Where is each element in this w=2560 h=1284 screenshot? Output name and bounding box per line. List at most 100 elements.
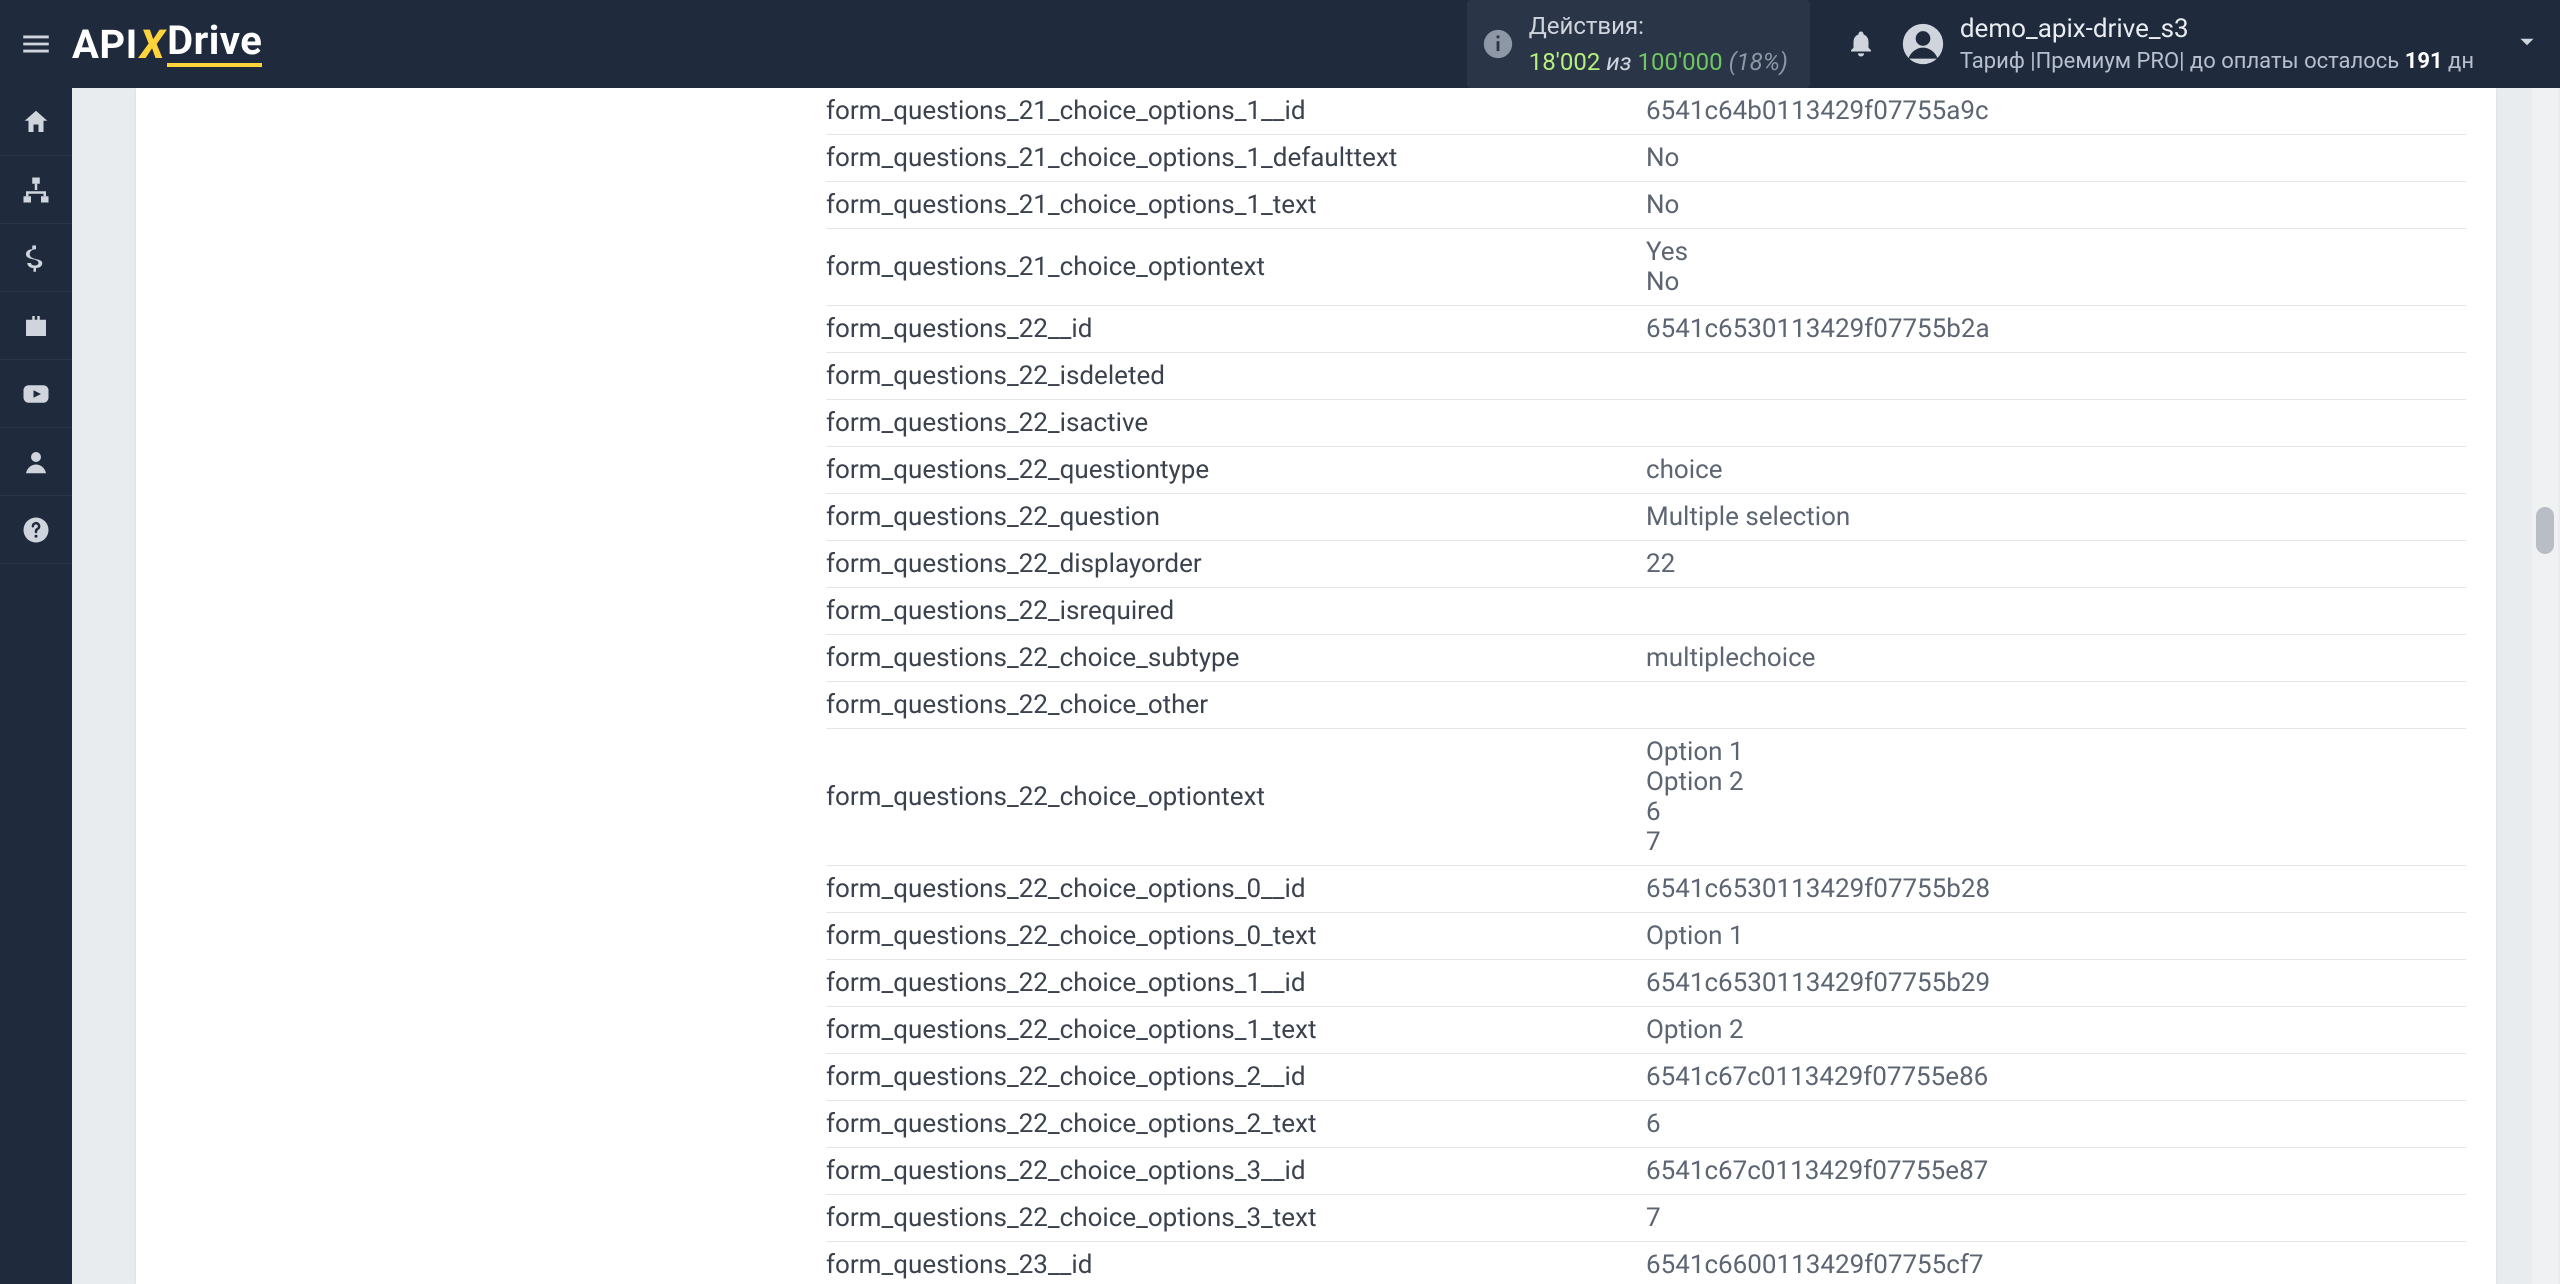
table-row: form_questions_23__id6541c6600113429f077… — [826, 1242, 2466, 1284]
field-value: No — [1646, 190, 2466, 220]
field-key: form_questions_22_question — [826, 502, 1646, 532]
field-value: No — [1646, 143, 2466, 173]
field-key: form_questions_22_choice_subtype — [826, 643, 1646, 673]
actions-percent: (18%) — [1729, 48, 1788, 76]
field-value: Yes No — [1646, 237, 2466, 297]
field-value: multiplechoice — [1646, 643, 2466, 673]
app-header: APIXDrive Действия: 18'002 из 100'000 (1… — [0, 0, 2560, 88]
sidebar-item-home[interactable] — [0, 88, 72, 156]
field-key: form_questions_22_choice_options_1_text — [826, 1015, 1646, 1045]
table-row: form_questions_21_choice_options_1__id65… — [826, 88, 2466, 135]
field-value: Option 1 Option 2 6 7 — [1646, 737, 2466, 857]
sidebar-item-billing[interactable] — [0, 224, 72, 292]
field-key: form_questions_22_displayorder — [826, 549, 1646, 579]
table-row: form_questions_22_choice_subtypemultiple… — [826, 635, 2466, 682]
table-row: form_questions_22_choice_options_3__id65… — [826, 1148, 2466, 1195]
field-key: form_questions_22_isrequired — [826, 596, 1646, 626]
logo-text-x: X — [138, 21, 167, 68]
table-row: form_questions_22_choice_options_2__id65… — [826, 1054, 2466, 1101]
sitemap-icon — [21, 175, 51, 205]
table-row: form_questions_22_isactive — [826, 400, 2466, 447]
actions-used: 18'002 — [1529, 48, 1601, 76]
field-value: 6541c6530113429f07755b28 — [1646, 874, 2466, 904]
field-value: Option 2 — [1646, 1015, 2466, 1045]
logo-text-api: API — [72, 21, 138, 68]
field-key: form_questions_22_choice_optiontext — [826, 782, 1646, 812]
field-key: form_questions_22_choice_options_0_text — [826, 921, 1646, 951]
field-key: form_questions_21_choice_options_1__id — [826, 96, 1646, 126]
user-menu-toggle[interactable] — [2514, 29, 2540, 59]
user-avatar[interactable] — [1898, 19, 1948, 69]
field-key: form_questions_22_choice_options_3__id — [826, 1156, 1646, 1186]
field-key: form_questions_22_choice_options_2__id — [826, 1062, 1646, 1092]
scroll-area[interactable]: form_questions_21_choice_options_1__id65… — [72, 88, 2560, 1284]
field-key: form_questions_22_isactive — [826, 408, 1646, 438]
table-row: form_questions_22_displayorder22 — [826, 541, 2466, 588]
actions-of-word: из — [1606, 48, 1631, 76]
user-icon — [21, 447, 51, 477]
field-key: form_questions_22_isdeleted — [826, 361, 1646, 391]
user-tariff-line: Тариф |Премиум PRO| до оплаты осталось 1… — [1960, 47, 2474, 77]
user-info[interactable]: demo_apix-drive_s3 Тариф |Премиум PRO| д… — [1960, 12, 2474, 77]
actions-label: Действия: — [1529, 8, 1788, 44]
app-logo[interactable]: APIXDrive — [72, 21, 262, 68]
field-value: Option 1 — [1646, 921, 2466, 951]
sidebar — [0, 88, 72, 1284]
actions-total: 100'000 — [1638, 48, 1723, 76]
field-key: form_questions_22_questiontype — [826, 455, 1646, 485]
table-row: form_questions_22_isrequired — [826, 588, 2466, 635]
chevron-down-icon — [2514, 29, 2540, 55]
field-value: 6541c6530113429f07755b2a — [1646, 314, 2466, 344]
field-value: 6541c6600113429f07755cf7 — [1646, 1250, 2466, 1280]
sidebar-item-connections[interactable] — [0, 156, 72, 224]
sidebar-item-help[interactable] — [0, 496, 72, 564]
field-key: form_questions_21_choice_options_1_text — [826, 190, 1646, 220]
table-row: form_questions_22_questiontypechoice — [826, 447, 2466, 494]
content-card: form_questions_21_choice_options_1__id65… — [136, 88, 2496, 1284]
data-table: form_questions_21_choice_options_1__id65… — [826, 88, 2466, 1284]
field-key: form_questions_21_choice_options_1_defau… — [826, 143, 1646, 173]
field-value: 6541c6530113429f07755b29 — [1646, 968, 2466, 998]
help-icon — [21, 515, 51, 545]
sidebar-item-account[interactable] — [0, 428, 72, 496]
notifications-button[interactable] — [1836, 19, 1886, 69]
user-sub-prefix: Тариф |Премиум PRO| до оплаты осталось — [1960, 49, 2405, 74]
field-key: form_questions_22_choice_options_3_text — [826, 1203, 1646, 1233]
table-row: form_questions_22__id6541c6530113429f077… — [826, 306, 2466, 353]
actions-usage-box[interactable]: Действия: 18'002 из 100'000 (18%) — [1467, 0, 1810, 88]
home-icon — [21, 107, 51, 137]
avatar-icon — [1901, 22, 1945, 66]
vertical-scrollbar[interactable] — [2532, 88, 2558, 1284]
page-body: form_questions_21_choice_options_1__id65… — [72, 88, 2560, 1284]
table-row: form_questions_22_choice_other — [826, 682, 2466, 729]
hamburger-icon — [19, 27, 53, 61]
menu-toggle-button[interactable] — [0, 0, 72, 88]
field-value: 6541c64b0113429f07755a9c — [1646, 96, 2466, 126]
field-value: 22 — [1646, 549, 2466, 579]
dollar-icon — [21, 243, 51, 273]
logo-text-drive: Drive — [167, 21, 262, 67]
field-key: form_questions_22_choice_other — [826, 690, 1646, 720]
field-key: form_questions_23__id — [826, 1250, 1646, 1280]
youtube-icon — [21, 379, 51, 409]
field-key: form_questions_22_choice_options_2_text — [826, 1109, 1646, 1139]
table-row: form_questions_22_choice_optiontextOptio… — [826, 729, 2466, 866]
field-value: choice — [1646, 455, 2466, 485]
table-row: form_questions_22_choice_options_0__id65… — [826, 866, 2466, 913]
table-row: form_questions_21_choice_options_1_textN… — [826, 182, 2466, 229]
actions-text: Действия: 18'002 из 100'000 (18%) — [1529, 8, 1788, 80]
field-value: 6541c67c0113429f07755e87 — [1646, 1156, 2466, 1186]
table-row: form_questions_21_choice_options_1_defau… — [826, 135, 2466, 182]
table-row: form_questions_21_choice_optiontextYes N… — [826, 229, 2466, 306]
table-row: form_questions_22_questionMultiple selec… — [826, 494, 2466, 541]
scrollbar-thumb[interactable] — [2536, 507, 2554, 555]
field-key: form_questions_22_choice_options_1__id — [826, 968, 1646, 998]
sidebar-item-briefcase[interactable] — [0, 292, 72, 360]
table-row: form_questions_22_choice_options_3_text7 — [826, 1195, 2466, 1242]
sidebar-item-youtube[interactable] — [0, 360, 72, 428]
info-icon — [1481, 27, 1515, 61]
user-sub-suffix: дн — [2443, 49, 2474, 74]
table-row: form_questions_22_choice_options_2_text6 — [826, 1101, 2466, 1148]
table-row: form_questions_22_choice_options_1__id65… — [826, 960, 2466, 1007]
field-key: form_questions_22__id — [826, 314, 1646, 344]
